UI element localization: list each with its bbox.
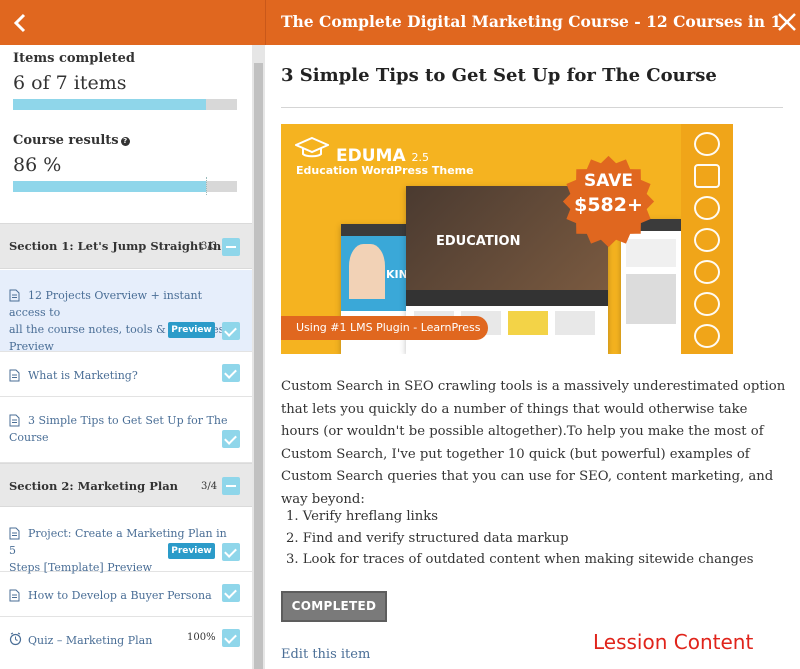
items-progress-bar [13, 99, 237, 110]
chat-icon [694, 292, 720, 316]
lesson-title: How to Develop a Buyer Persona [28, 589, 212, 602]
banner-version: 2.5 [411, 151, 430, 164]
section-count: 3/4 [201, 481, 218, 492]
banner-ribbon: Using #1 LMS Plugin - LearnPress [281, 316, 488, 340]
tips-list: 1. Verify hreflang links 2. Find and ver… [281, 506, 786, 571]
banner-tagline: Education WordPress Theme [296, 164, 474, 177]
course-progress-bar [13, 177, 237, 195]
collapse-toggle-icon[interactable] [222, 238, 240, 256]
course-progress-fill [13, 181, 206, 192]
close-icon[interactable] [776, 11, 798, 33]
lesson-heading: 3 Simple Tips to Get Set Up for The Cour… [281, 65, 717, 86]
lesson-title-line2: Course [9, 431, 49, 444]
wpml-icon [694, 324, 720, 348]
curriculum-sidebar: Items completed 6 of 7 items Course resu… [0, 45, 265, 669]
completed-check-icon [222, 364, 240, 382]
rocket-icon [694, 260, 720, 284]
back-button[interactable] [0, 0, 40, 45]
completed-check-icon [222, 322, 240, 340]
quiz-result: 100% [187, 632, 216, 643]
course-results-block: Course results? 86 % [13, 133, 237, 195]
section-count: 3/3 [201, 241, 218, 252]
list-item: 3. Look for traces of outdated content w… [286, 552, 754, 567]
collapse-toggle-icon[interactable] [222, 477, 240, 495]
list-item: 1. Verify hreflang links [286, 509, 439, 524]
banner-education-text: EDUCATION [436, 234, 521, 249]
items-completed-label: Items completed [13, 51, 135, 66]
woocommerce-icon [694, 164, 720, 188]
lesson-title-line1: 3 Simple Tips to Get Set Up for The [28, 414, 228, 427]
section-title: Section 2: Marketing Plan [9, 479, 179, 493]
quiz-item[interactable]: Quiz – Marketing Plan 100% [0, 617, 252, 669]
items-completed-block: Items completed 6 of 7 items [13, 51, 237, 110]
eduma-banner-image: EDUMA 2.5 Education WordPress Theme KIND… [281, 124, 733, 354]
banner-brand: EDUMA [336, 146, 406, 166]
help-icon[interactable]: ? [120, 137, 130, 146]
lesson-item-current[interactable]: 3 Simple Tips to Get Set Up for The Cour… [0, 397, 252, 463]
completed-check-icon [222, 543, 240, 561]
chevron-left-icon [13, 13, 26, 32]
lesson-title: What is Marketing? [28, 369, 138, 382]
save-amount: $582+ [574, 194, 643, 216]
completed-check-icon [222, 629, 240, 647]
section-1-header[interactable]: Section 1: Let's Jump Straight In! 3/3 [0, 223, 252, 269]
items-progress-fill [13, 99, 206, 110]
completed-check-icon [222, 584, 240, 602]
preview-button[interactable]: Preview [168, 322, 215, 338]
course-title: The Complete Digital Marketing Course - … [281, 12, 782, 31]
items-completed-value: 6 of 7 items [13, 72, 127, 94]
graduation-icon [694, 132, 720, 156]
graduation-cap-icon [295, 136, 329, 158]
completed-check-icon [222, 430, 240, 448]
lesson-content: 3 Simple Tips to Get Set Up for The Cour… [266, 45, 800, 669]
course-results-label: Course results [13, 133, 119, 148]
lesson-item[interactable]: Project: Create a Marketing Plan in 5 St… [0, 508, 252, 574]
lesson-paragraph: Custom Search in SEO crawling tools is a… [281, 379, 786, 507]
completed-button[interactable]: COMPLETED [281, 591, 387, 622]
quiz-title: Quiz – Marketing Plan [28, 634, 153, 647]
banner-feature-icons [681, 124, 733, 354]
list-item: 2. Find and verify structured data marku… [286, 530, 569, 546]
refresh-icon [694, 196, 720, 220]
save-text: SAVE [583, 171, 634, 191]
lesson-title-line1: 12 Projects Overview + instant access to [9, 289, 203, 319]
edit-item-link[interactable]: Edit this item [281, 647, 370, 662]
header-divider [265, 0, 266, 45]
sidebar-scroll-thumb[interactable] [254, 63, 263, 669]
lesson-item[interactable]: What is Marketing? [0, 352, 252, 397]
top-bar: The Complete Digital Marketing Course - … [0, 0, 800, 45]
course-results-value: 86 % [13, 154, 62, 176]
heading-divider [281, 107, 783, 108]
preview-button[interactable]: Preview [168, 543, 215, 559]
section-title: Section 1: Let's Jump Straight In! [9, 239, 227, 253]
lesson-item[interactable]: 12 Projects Overview + instant access to… [0, 270, 252, 353]
section-2-header[interactable]: Section 2: Marketing Plan 3/4 [0, 463, 252, 507]
lesson-item[interactable]: How to Develop a Buyer Persona [0, 572, 252, 617]
support-icon [694, 228, 720, 252]
passing-grade-marker [205, 177, 207, 195]
lession-content-annotation: Lession Content [593, 630, 754, 654]
